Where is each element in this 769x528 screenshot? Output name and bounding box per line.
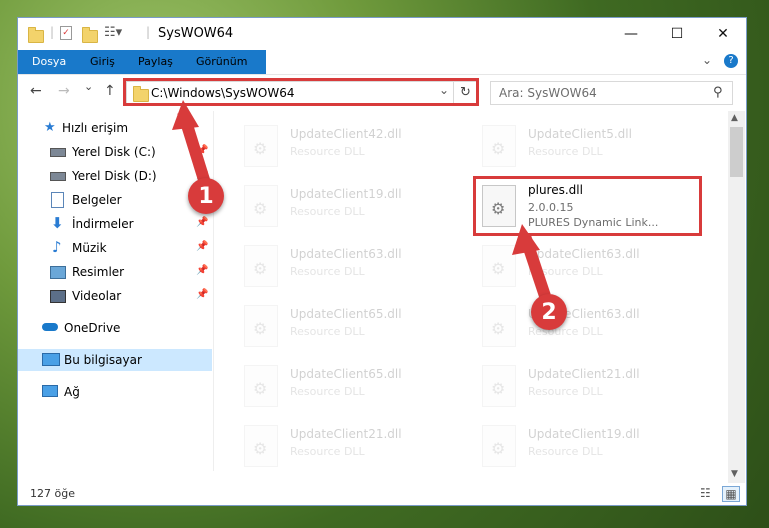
annotation-arrows xyxy=(172,100,551,298)
arrow-1-head xyxy=(172,100,199,130)
step-badge-1: 1 xyxy=(188,178,224,214)
arrow-2-head xyxy=(512,224,540,255)
step-badge-2: 2 xyxy=(531,294,567,330)
